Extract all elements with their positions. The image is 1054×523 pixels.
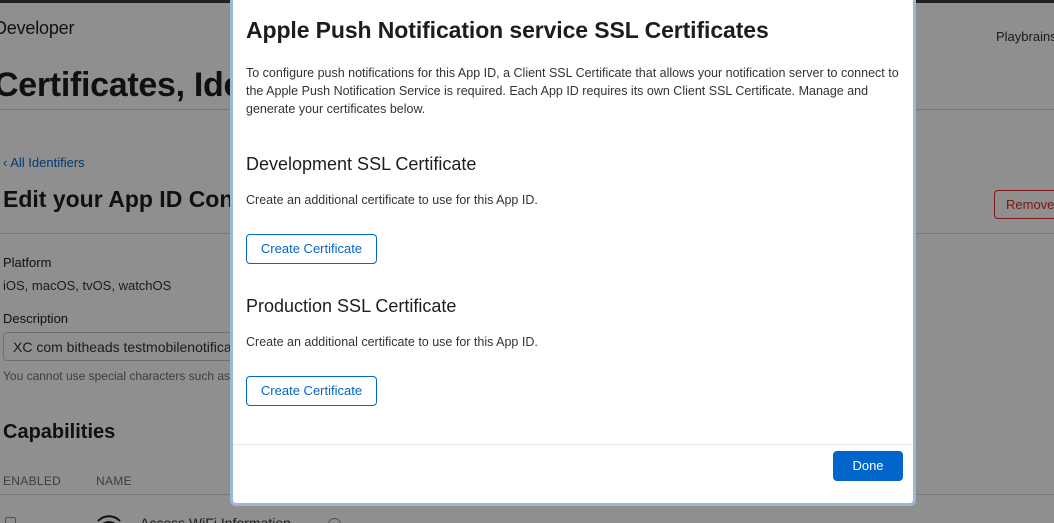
modal-title: Apple Push Notification service SSL Cert… (246, 17, 769, 43)
apns-certificates-modal: Apple Push Notification service SSL Cert… (230, 0, 916, 506)
development-section-title: Development SSL Certificate (246, 154, 477, 174)
modal-intro-text: To configure push notifications for this… (246, 66, 899, 116)
create-production-certificate-button[interactable]: Create Certificate (246, 376, 377, 406)
modal-footer-divider (233, 444, 913, 445)
production-section-title: Production SSL Certificate (246, 296, 457, 316)
page-root: Developer Playbrains Certificates, Ident… (0, 0, 1054, 523)
development-section-description: Create an additional certificate to use … (246, 193, 538, 207)
done-button[interactable]: Done (833, 451, 903, 481)
production-section-description: Create an additional certificate to use … (246, 335, 538, 349)
create-development-certificate-button[interactable]: Create Certificate (246, 234, 377, 264)
